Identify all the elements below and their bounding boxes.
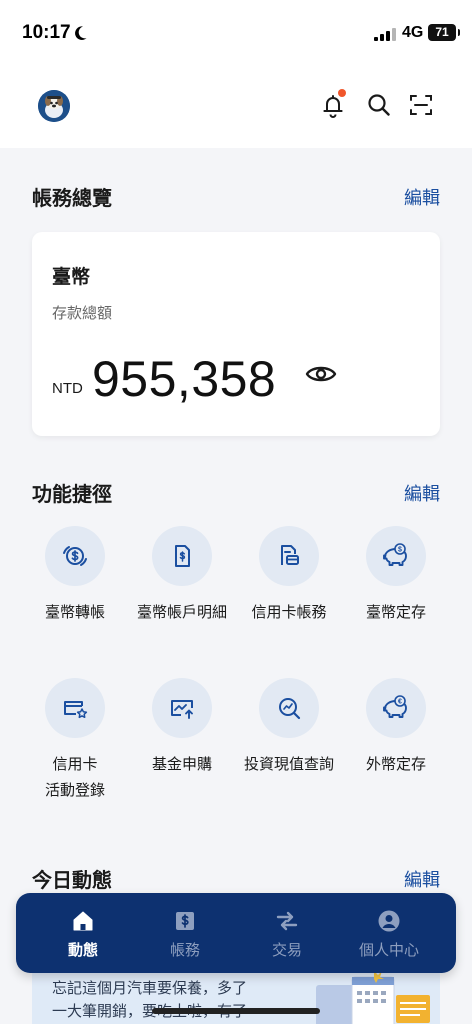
signal-icon (374, 28, 396, 41)
shortcut-credit-card-event-signup[interactable]: 信用卡 活動登錄 (21, 678, 129, 803)
piggy-bank-dollar-icon: $ (383, 543, 407, 566)
home-icon (73, 911, 93, 931)
shortcut-label: 外幣定存 (365, 755, 426, 773)
shortcut-label: 信用卡帳務 (251, 603, 327, 621)
shortcut-fund-purchase[interactable]: 基金申購 (128, 678, 236, 777)
shortcut-label: 基金申購 (151, 755, 212, 773)
battery-indicator: 71 (428, 24, 460, 41)
shortcut-icon-circle (259, 526, 319, 586)
nav-item-feed[interactable]: 動態 (32, 893, 134, 973)
card-subtitle: 存款總額 (52, 304, 113, 322)
bottom-nav: 動態 帳務 交易 個人中心 (16, 893, 456, 973)
fund-chart-icon (171, 700, 193, 719)
shortcut-label: 投資現值查詢 (243, 755, 334, 773)
overview-edit-link[interactable]: 編輯 (404, 184, 440, 210)
today-title: 今日動態 (32, 868, 112, 892)
search-icon (368, 94, 390, 116)
nav-item-accounts[interactable]: 帳務 (134, 893, 236, 973)
shortcuts-edit-link[interactable]: 編輯 (404, 480, 440, 506)
search-button[interactable] (364, 90, 394, 120)
shortcut-twd-transfer[interactable]: 臺幣轉帳 (21, 526, 129, 625)
shortcut-icon-circle (45, 526, 105, 586)
shortcut-icon-circle: € (366, 678, 426, 738)
today-edit-link[interactable]: 編輯 (404, 866, 440, 892)
scan-button[interactable] (406, 90, 436, 120)
avatar[interactable] (38, 90, 70, 122)
shortcuts-title: 功能捷徑 (32, 482, 112, 506)
svg-text:€: € (398, 699, 402, 706)
scan-icon (410, 95, 432, 115)
card-star-icon (64, 701, 88, 719)
promo-text: 忘記這個月汽車要保養，多了 一大筆開銷，要吃土啦，有了 (52, 977, 302, 1023)
user-icon (378, 910, 400, 932)
home-indicator (152, 1008, 320, 1014)
shortcut-label-line1: 信用卡 (52, 755, 98, 773)
promo-card[interactable]: 忘記這個月汽車要保養，多了 一大筆開銷，要吃土啦，有了 (32, 965, 440, 1024)
balance-card[interactable]: 臺幣 存款總額 NTD 955,358 (32, 232, 440, 436)
dollar-document-icon (175, 545, 190, 567)
shortcut-icon-circle: $ (366, 526, 426, 586)
card-statement-icon (281, 545, 299, 565)
network-label: 4G (402, 24, 424, 41)
shortcut-icon-circle (45, 678, 105, 738)
eye-icon (305, 366, 337, 382)
piggy-bank-euro-icon: € (383, 695, 407, 718)
moon-icon (75, 26, 87, 41)
toggle-visibility-button[interactable] (304, 362, 338, 386)
overview-title: 帳務總覽 (32, 186, 112, 210)
nav-label: 個人中心 (358, 941, 419, 959)
nav-item-transactions[interactable]: 交易 (236, 893, 338, 973)
dollar-doc-icon (176, 912, 194, 930)
shortcut-credit-card-billing[interactable]: 信用卡帳務 (235, 526, 343, 625)
nav-label: 動態 (67, 941, 98, 959)
notification-button[interactable] (318, 89, 348, 120)
shortcut-investment-value-query[interactable]: 投資現值查詢 (235, 678, 343, 777)
status-bar: 10:17 4G 71 (0, 0, 472, 68)
nav-label: 交易 (271, 941, 302, 959)
card-title: 臺幣 (52, 266, 91, 288)
calendar-illustration-icon (316, 971, 430, 1024)
shortcut-icon-circle (152, 526, 212, 586)
investment-search-icon (279, 698, 301, 720)
shortcut-twd-account-details[interactable]: 臺幣帳戶明細 (128, 526, 236, 625)
shortcut-icon-circle (152, 678, 212, 738)
shortcut-label-line2: 活動登錄 (44, 781, 105, 799)
dollar-exchange-icon (63, 546, 87, 566)
shortcut-label: 臺幣帳戶明細 (136, 603, 227, 621)
shortcut-icon-circle (259, 678, 319, 738)
shortcut-twd-time-deposit[interactable]: $ 臺幣定存 (342, 526, 450, 625)
svg-text:$: $ (398, 547, 402, 554)
shortcut-foreign-currency-deposit[interactable]: € 外幣定存 (342, 678, 450, 777)
shortcut-label: 臺幣定存 (365, 603, 426, 621)
app-header (0, 68, 472, 148)
promo-text-line1: 忘記這個月汽車要保養，多了 (52, 979, 248, 997)
transfer-arrows-icon (276, 911, 298, 931)
balance-amount: 955,358 (92, 351, 277, 407)
currency-label: NTD (52, 380, 83, 397)
avatar-dog-icon (38, 90, 70, 122)
notification-dot (338, 89, 346, 97)
status-time: 10:17 (22, 22, 71, 43)
shortcut-label: 臺幣轉帳 (44, 603, 105, 621)
nav-item-profile[interactable]: 個人中心 (338, 893, 440, 973)
nav-label: 帳務 (169, 941, 200, 959)
shortcut-label: 信用卡 活動登錄 (21, 751, 129, 803)
